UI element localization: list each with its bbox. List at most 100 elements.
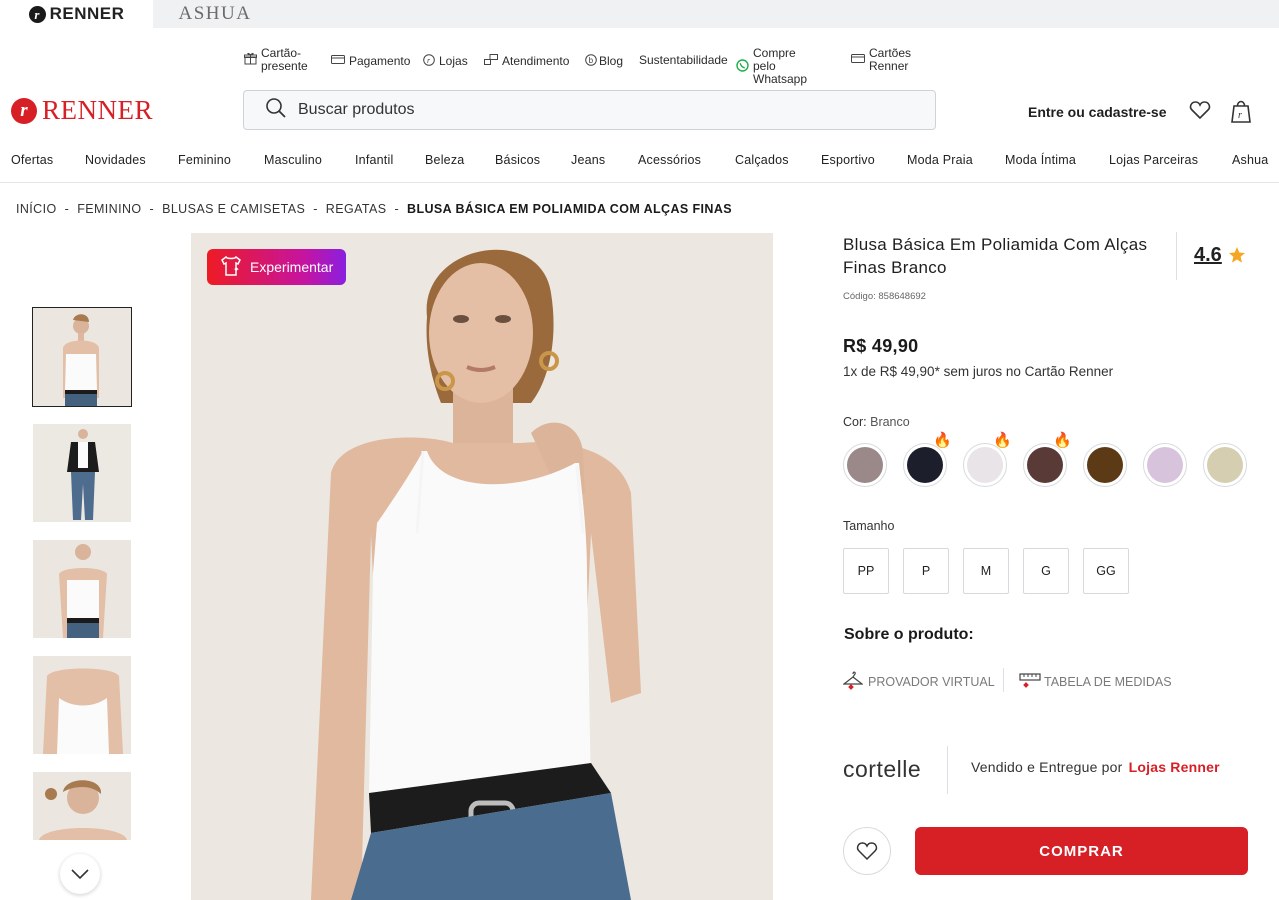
product-main-image[interactable]	[191, 233, 773, 900]
breadcrumb: INÍCIO - FEMININO - BLUSAS E CAMISETAS -…	[16, 202, 732, 216]
breadcrumb-item[interactable]: FEMININO	[77, 202, 141, 216]
color-swatch[interactable]	[843, 443, 887, 487]
installments-text: 1x de R$ 49,90* sem juros no Cartão Renn…	[843, 364, 1114, 379]
utility-label: Cartões Renner	[869, 46, 912, 73]
renner-logo[interactable]: r RENNER	[11, 95, 153, 126]
swatch-color	[1147, 447, 1183, 483]
nav-item-ashua[interactable]: Ashua	[1232, 153, 1268, 167]
color-swatch[interactable]	[1143, 443, 1187, 487]
chevron-down-icon	[71, 869, 89, 879]
nav-item-esportivo[interactable]: Esportivo	[821, 153, 875, 167]
breadcrumb-item[interactable]: BLUSAS E CAMISETAS	[162, 202, 305, 216]
color-swatch[interactable]	[1203, 443, 1247, 487]
about-product-heading: Sobre o produto:	[844, 626, 974, 643]
utility-blog[interactable]: b Blog	[585, 54, 623, 69]
search-input[interactable]	[298, 101, 898, 119]
nav-item-lojas-parceiras[interactable]: Lojas Parceiras	[1109, 153, 1198, 167]
search-bar[interactable]	[243, 90, 936, 130]
nav-item-infantil[interactable]: Infantil	[355, 153, 393, 167]
nav-item-basicos[interactable]: Básicos	[495, 153, 540, 167]
seller-info: Vendido e Entregue por Lojas Renner	[971, 759, 1220, 775]
try-on-button[interactable]: ✦ Experimentar	[207, 249, 346, 285]
product-thumbnail[interactable]	[33, 772, 131, 840]
hanger-icon	[842, 670, 864, 693]
utility-payment[interactable]: Pagamento	[331, 54, 410, 68]
seller-divider	[947, 746, 948, 794]
swatch-color	[907, 447, 943, 483]
renner-logo-icon: r	[28, 5, 46, 23]
color-swatch[interactable]	[1083, 443, 1127, 487]
utility-renner-cards[interactable]: Cartões Renner	[851, 47, 911, 73]
breadcrumb-item[interactable]: INÍCIO	[16, 202, 57, 216]
breadcrumb-item[interactable]: REGATAS	[326, 202, 387, 216]
svg-text:r: r	[427, 56, 431, 65]
breadcrumb-separator: -	[394, 202, 400, 216]
color-swatch[interactable]: 🔥	[903, 433, 952, 487]
utility-label: Blog	[599, 54, 624, 68]
selected-color: Branco	[870, 415, 910, 429]
brand-bar: r RENNER ASHUA	[0, 0, 1279, 28]
product-thumbnail[interactable]	[33, 540, 131, 638]
size-option-m[interactable]: M	[963, 548, 1009, 594]
product-thumbnail[interactable]	[33, 424, 131, 522]
utility-stores[interactable]: r Lojas	[423, 54, 468, 69]
nav-item-ofertas[interactable]: Ofertas	[11, 153, 53, 167]
product-thumbnail[interactable]	[33, 656, 131, 754]
size-option-p[interactable]: P	[903, 548, 949, 594]
gift-icon	[244, 52, 257, 68]
brand-tab-ashua[interactable]: ASHUA	[153, 0, 277, 28]
logo-wordmark: RENNER	[42, 95, 153, 125]
utility-whatsapp[interactable]: Compre pelo Whatsapp	[736, 47, 807, 86]
product-thumbnail[interactable]	[32, 307, 132, 407]
utility-gift-card[interactable]: Cartão- presente	[244, 47, 308, 73]
seller-name[interactable]: Lojas Renner	[1129, 759, 1220, 775]
size-chart-label: TABELA DE MEDIDAS	[1044, 674, 1172, 689]
nav-item-masculino[interactable]: Masculino	[264, 153, 322, 167]
breadcrumb-separator: -	[149, 202, 155, 216]
size-option-g[interactable]: G	[1023, 548, 1069, 594]
add-to-wishlist-button[interactable]	[843, 827, 891, 875]
product-rating[interactable]: 4.6	[1194, 244, 1222, 267]
star-icon	[1228, 246, 1246, 269]
utility-sustainability[interactable]: Sustentabilidade	[639, 54, 728, 67]
nav-item-calcados[interactable]: Calçados	[735, 153, 789, 167]
utility-support[interactable]: Atendimento	[484, 54, 569, 69]
size-label: Tamanho	[843, 519, 895, 533]
cart-bag-icon[interactable]: r	[1229, 98, 1255, 124]
size-option-gg[interactable]: GG	[1083, 548, 1129, 594]
rating-divider	[1176, 232, 1177, 280]
swatch-color	[1087, 447, 1123, 483]
store-icon: r	[423, 54, 435, 69]
wishlist-icon[interactable]	[1188, 98, 1214, 124]
virtual-fitting-link[interactable]: PROVADOR VIRTUAL	[842, 670, 995, 693]
login-link[interactable]: Entre ou cadastre-se	[1028, 104, 1167, 120]
product-title: Blusa Básica Em Poliamida Com Alças Fina…	[843, 235, 1148, 277]
whatsapp-icon	[736, 58, 749, 75]
nav-item-novidades[interactable]: Novidades	[85, 153, 146, 167]
utility-label: Atendimento	[502, 54, 570, 68]
breadcrumb-current: BLUSA BÁSICA EM POLIAMIDA COM ALÇAS FINA…	[407, 202, 733, 216]
search-icon[interactable]	[264, 96, 288, 125]
fire-icon: 🔥	[993, 432, 1012, 449]
size-option-pp[interactable]: PP	[843, 548, 889, 594]
swatch-color	[847, 447, 883, 483]
product-brand-logo[interactable]: cortelle	[843, 756, 921, 783]
nav-item-acessorios[interactable]: Acessórios	[638, 153, 701, 167]
swatch-color	[967, 447, 1003, 483]
nav-item-jeans[interactable]: Jeans	[571, 153, 605, 167]
color-swatch[interactable]: 🔥	[1023, 433, 1072, 487]
thumbnails-scroll-down-button[interactable]	[60, 854, 100, 894]
buy-button[interactable]: COMPRAR	[915, 827, 1248, 875]
swatch-color	[1207, 447, 1243, 483]
size-chart-link[interactable]: TABELA DE MEDIDAS	[1019, 670, 1172, 693]
nav-item-feminino[interactable]: Feminino	[178, 153, 231, 167]
utility-label: Pagamento	[349, 53, 411, 68]
nav-item-moda-praia[interactable]: Moda Praia	[907, 153, 973, 167]
color-swatch-selected[interactable]: 🔥	[963, 433, 1012, 487]
nav-item-moda-intima[interactable]: Moda Íntima	[1005, 153, 1076, 167]
brand-tab-renner[interactable]: r RENNER	[0, 0, 153, 28]
fire-icon: 🔥	[1053, 432, 1072, 449]
tshirt-sparkle-icon: ✦	[219, 255, 243, 280]
nav-item-beleza[interactable]: Beleza	[425, 153, 464, 167]
payment-icon	[331, 54, 345, 68]
